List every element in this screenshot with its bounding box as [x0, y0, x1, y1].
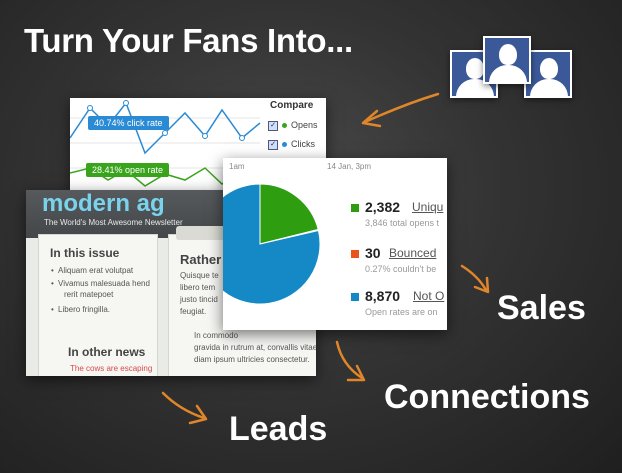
arrow-sales-icon [460, 264, 488, 292]
unique-opens-link[interactable]: Uniqu [412, 200, 443, 214]
bounced-number: 30 [365, 245, 381, 261]
headline: Turn Your Fans Into... [24, 22, 353, 59]
time-end: 14 Jan, 3pm [327, 162, 372, 171]
pie-chart [223, 183, 321, 305]
time-start: 1am [229, 162, 245, 171]
unique-opens-swatch [351, 204, 359, 212]
leads-label: Leads [229, 410, 328, 448]
arrow-leads-icon [161, 391, 206, 420]
check-icon: ✓ [268, 120, 278, 131]
arrow-fans-icon [363, 92, 440, 124]
newsletter-logo: modern ag [42, 190, 165, 217]
bounced-sub: 0.27% couldn't be [365, 264, 437, 274]
compare-opens-checkbox[interactable]: ✓ Opens [268, 120, 318, 131]
news-item-link[interactable]: The cows are escaping [70, 363, 152, 374]
arrow-connections-icon [335, 340, 364, 380]
bounced-swatch [351, 250, 359, 258]
click-rate-label: 40.74% click rate [88, 116, 169, 130]
open-rate-label: 28.41% open rate [86, 163, 170, 177]
check-icon: ✓ [268, 139, 278, 150]
fan-center-icon [483, 36, 531, 84]
issue-bullet: Vivamus malesuada hend [58, 279, 150, 288]
not-opened-number: 8,870 [365, 288, 401, 304]
issue-bullet: Libero fringilla. [58, 305, 111, 314]
newsletter-tagline: The World's Most Awesome Newsletter [44, 218, 183, 227]
connections-label: Connections [384, 378, 590, 416]
unique-opens-number: 2,382 [365, 199, 401, 215]
not-opened-sub: Open rates are on [365, 307, 438, 317]
unique-opens-sub: 3,846 total opens t [365, 218, 440, 228]
pie-chart-card: 1am 14 Jan, 3pm 2,382 Uniqu 3,846 total … [223, 158, 447, 330]
in-other-news-heading: In other news [68, 345, 146, 359]
not-opened-swatch [351, 293, 359, 301]
in-this-issue-heading: In this issue [50, 246, 120, 260]
sales-label: Sales [497, 289, 586, 327]
compare-clicks-checkbox[interactable]: ✓ Clicks [268, 139, 315, 150]
not-opened-link[interactable]: Not O [413, 289, 444, 303]
fans-icon-group [450, 36, 575, 102]
issue-bullet: Aliquam erat volutpat [58, 266, 134, 275]
issue-bullet-cont: rerit matepoet [64, 290, 114, 299]
fan-right-icon [524, 50, 572, 98]
compare-title: Compare [270, 100, 314, 111]
bounced-link[interactable]: Bounced [389, 246, 436, 260]
